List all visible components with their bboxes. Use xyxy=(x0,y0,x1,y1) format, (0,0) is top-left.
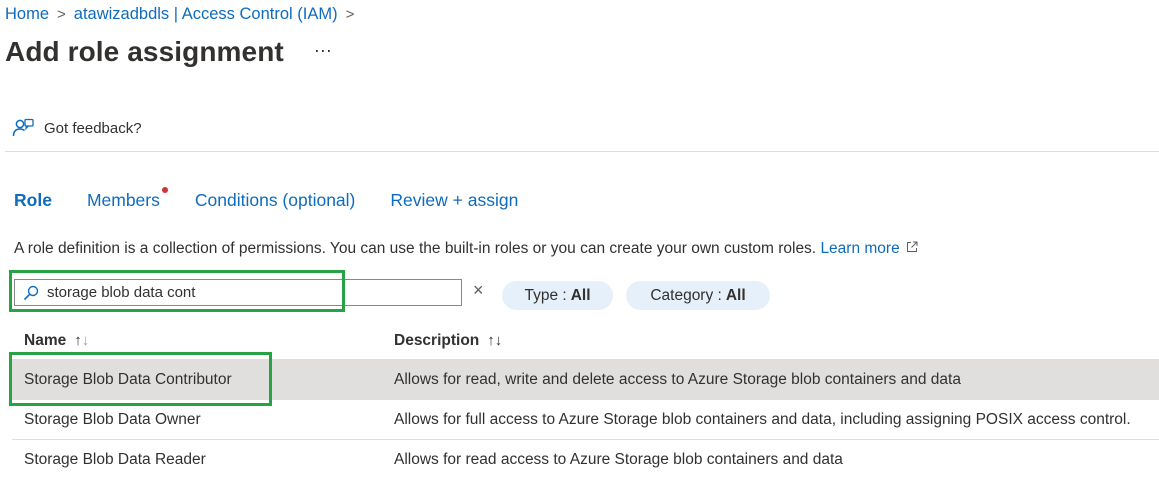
type-filter-pill[interactable]: Type : All xyxy=(502,281,613,310)
chevron-right-icon: > xyxy=(345,6,355,23)
more-options-button[interactable]: ··· xyxy=(314,40,332,61)
breadcrumb-home[interactable]: Home xyxy=(5,5,49,24)
table-row[interactable]: Storage Blob Data Contributor Allows for… xyxy=(12,360,1159,400)
tab-review-assign[interactable]: Review + assign xyxy=(390,190,518,211)
title-row: Add role assignment ··· xyxy=(5,36,332,68)
tab-role[interactable]: Role xyxy=(14,190,52,211)
clear-search-button[interactable]: × xyxy=(473,280,484,301)
table-header: Name ↑↓ Description ↑↓ xyxy=(12,322,1159,360)
tab-conditions[interactable]: Conditions (optional) xyxy=(195,190,356,211)
role-description: Allows for read, write and delete access… xyxy=(394,370,961,388)
chevron-right-icon: > xyxy=(57,6,66,23)
search-icon xyxy=(23,285,39,301)
breadcrumb-iam[interactable]: atawizadbdls | Access Control (IAM) xyxy=(74,5,338,24)
role-description: Allows for read access to Azure Storage … xyxy=(394,450,843,468)
learn-more-link[interactable]: Learn more xyxy=(820,240,918,257)
category-filter-pill[interactable]: Category : All xyxy=(626,281,770,310)
type-filter-value: All xyxy=(570,286,591,304)
status-indicator-dot xyxy=(161,187,168,193)
type-filter-label: Type : xyxy=(524,286,567,304)
role-name: Storage Blob Data Owner xyxy=(24,410,201,428)
page-title: Add role assignment xyxy=(5,36,284,67)
role-name: Storage Blob Data Contributor xyxy=(24,370,232,388)
sort-icon[interactable]: ↑↓ xyxy=(487,332,502,349)
tab-members-label: Members xyxy=(86,190,160,210)
external-link-icon xyxy=(907,241,918,252)
search-box xyxy=(14,279,462,306)
feedback-label: Got feedback? xyxy=(44,119,142,137)
divider xyxy=(5,151,1159,152)
tab-members[interactable]: Members xyxy=(86,187,168,211)
breadcrumb: Home > atawizadbdls | Access Control (IA… xyxy=(5,5,362,24)
category-filter-value: All xyxy=(725,286,746,304)
table-row[interactable]: Storage Blob Data Owner Allows for full … xyxy=(12,400,1159,440)
search-input[interactable] xyxy=(45,283,449,302)
feedback-button[interactable]: Got feedback? xyxy=(12,118,142,138)
info-text-row: A role definition is a collection of per… xyxy=(14,240,918,258)
column-header-name[interactable]: Name ↑↓ xyxy=(24,332,89,350)
table-row[interactable]: Storage Blob Data Reader Allows for read… xyxy=(12,440,1159,479)
role-name: Storage Blob Data Reader xyxy=(24,450,206,468)
feedback-icon xyxy=(12,118,34,137)
sort-icon[interactable]: ↑↓ xyxy=(74,332,89,349)
category-filter-label: Category : xyxy=(650,286,722,304)
column-header-description[interactable]: Description ↑↓ xyxy=(394,332,502,350)
roles-table: Name ↑↓ Description ↑↓ Storage Blob Data… xyxy=(12,322,1159,479)
role-description: Allows for full access to Azure Storage … xyxy=(394,410,1131,428)
info-text: A role definition is a collection of per… xyxy=(14,240,817,257)
tab-bar: Role Members Conditions (optional) Revie… xyxy=(14,187,553,211)
